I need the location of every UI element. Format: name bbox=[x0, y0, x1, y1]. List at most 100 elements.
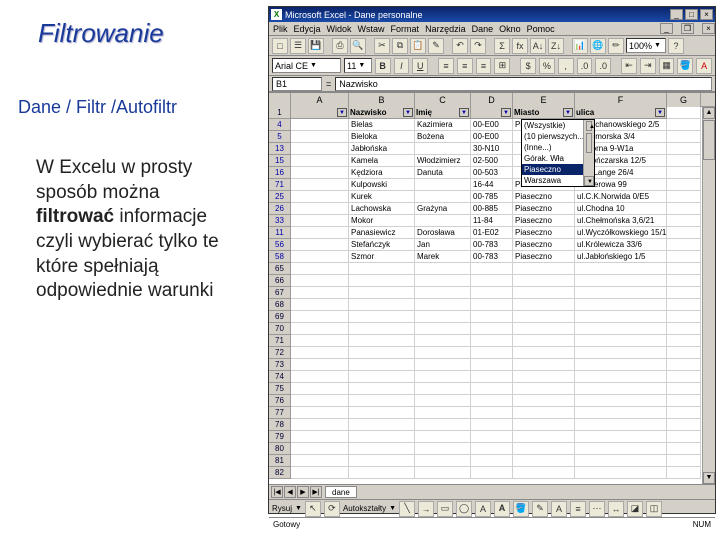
cell[interactable]: Bieloka bbox=[349, 131, 415, 143]
cell[interactable]: Szmor bbox=[349, 251, 415, 263]
autofilter-header[interactable]: Nazwisko▼ bbox=[349, 107, 415, 119]
cell[interactable] bbox=[349, 287, 415, 299]
cell[interactable] bbox=[667, 299, 701, 311]
row-header[interactable]: 67 bbox=[269, 287, 291, 299]
cell[interactable] bbox=[667, 215, 701, 227]
row-header[interactable]: 71 bbox=[269, 179, 291, 191]
cell[interactable] bbox=[667, 191, 701, 203]
cell[interactable] bbox=[575, 311, 667, 323]
cell[interactable] bbox=[349, 263, 415, 275]
cell[interactable] bbox=[415, 299, 471, 311]
copy-icon[interactable]: ⧉ bbox=[392, 38, 408, 54]
cell[interactable]: 00-E00 bbox=[471, 131, 513, 143]
cell[interactable] bbox=[471, 335, 513, 347]
cell[interactable] bbox=[513, 275, 575, 287]
cell[interactable] bbox=[667, 227, 701, 239]
cell[interactable] bbox=[415, 383, 471, 395]
cell[interactable] bbox=[415, 323, 471, 335]
cell[interactable] bbox=[291, 203, 349, 215]
autoshapes-menu[interactable]: Autokształty bbox=[343, 504, 386, 513]
cell[interactable] bbox=[513, 371, 575, 383]
textbox-icon[interactable]: A bbox=[475, 501, 491, 517]
cell[interactable] bbox=[471, 359, 513, 371]
dash-style-icon[interactable]: ⋯ bbox=[589, 501, 605, 517]
cell[interactable] bbox=[513, 299, 575, 311]
cell[interactable] bbox=[513, 419, 575, 431]
cell[interactable] bbox=[291, 383, 349, 395]
chart-icon[interactable]: 📊 bbox=[572, 38, 588, 54]
cell[interactable] bbox=[667, 251, 701, 263]
cell[interactable] bbox=[513, 263, 575, 275]
row-header[interactable]: 4 bbox=[269, 119, 291, 131]
menu-item[interactable]: Format bbox=[391, 24, 420, 34]
cell[interactable] bbox=[349, 431, 415, 443]
cell[interactable] bbox=[471, 431, 513, 443]
close-button[interactable]: × bbox=[700, 9, 713, 20]
cell[interactable] bbox=[575, 347, 667, 359]
cell[interactable] bbox=[513, 407, 575, 419]
cell[interactable] bbox=[667, 311, 701, 323]
menu-item[interactable]: Pomoc bbox=[527, 24, 555, 34]
cell[interactable] bbox=[471, 455, 513, 467]
column-header[interactable]: B bbox=[349, 93, 415, 107]
three-d-icon[interactable]: ◫ bbox=[646, 501, 662, 517]
menu-item[interactable]: Okno bbox=[499, 24, 521, 34]
cell[interactable] bbox=[667, 347, 701, 359]
arrow-icon[interactable]: → bbox=[418, 501, 434, 517]
cell[interactable] bbox=[471, 383, 513, 395]
autofilter-header[interactable]: Miasto▼ bbox=[513, 107, 575, 119]
cell[interactable] bbox=[667, 287, 701, 299]
row-header[interactable]: 78 bbox=[269, 419, 291, 431]
cell[interactable] bbox=[513, 395, 575, 407]
cell[interactable] bbox=[415, 455, 471, 467]
cell[interactable] bbox=[667, 407, 701, 419]
tab-nav-last[interactable]: ▶| bbox=[310, 486, 322, 498]
cell[interactable] bbox=[291, 275, 349, 287]
cell[interactable] bbox=[513, 323, 575, 335]
column-header[interactable]: G bbox=[667, 93, 701, 107]
cell[interactable] bbox=[575, 407, 667, 419]
cell[interactable]: Grażyna bbox=[415, 203, 471, 215]
cell[interactable] bbox=[471, 287, 513, 299]
cell[interactable] bbox=[471, 347, 513, 359]
align-left-icon[interactable]: ≡ bbox=[438, 58, 454, 74]
cell[interactable] bbox=[415, 371, 471, 383]
cell[interactable] bbox=[667, 443, 701, 455]
cell[interactable] bbox=[471, 323, 513, 335]
font-size-combo[interactable]: 11▼ bbox=[344, 58, 372, 73]
cell[interactable] bbox=[471, 407, 513, 419]
cell[interactable] bbox=[667, 275, 701, 287]
cell[interactable] bbox=[291, 251, 349, 263]
cell[interactable] bbox=[575, 395, 667, 407]
autofilter-arrow-icon[interactable]: ▼ bbox=[501, 108, 511, 117]
row-header[interactable]: 72 bbox=[269, 347, 291, 359]
row-header[interactable]: 75 bbox=[269, 383, 291, 395]
row-header[interactable]: 70 bbox=[269, 323, 291, 335]
cell[interactable] bbox=[575, 431, 667, 443]
indent-inc-icon[interactable]: ⇥ bbox=[640, 58, 656, 74]
scroll-down-icon[interactable]: ▼ bbox=[584, 176, 594, 186]
cell[interactable]: 30-N10 bbox=[471, 143, 513, 155]
bold-icon[interactable]: B bbox=[375, 58, 391, 74]
merge-icon[interactable]: ⊞ bbox=[494, 58, 510, 74]
cell[interactable] bbox=[575, 335, 667, 347]
italic-icon[interactable]: I bbox=[394, 58, 410, 74]
sort-asc-icon[interactable]: A↓ bbox=[530, 38, 546, 54]
row-header[interactable]: 74 bbox=[269, 371, 291, 383]
dec-decimal-icon[interactable]: .0 bbox=[595, 58, 611, 74]
cell[interactable] bbox=[667, 323, 701, 335]
doc-close-button[interactable]: × bbox=[702, 23, 715, 34]
cell[interactable] bbox=[667, 179, 701, 191]
cell[interactable] bbox=[667, 431, 701, 443]
menu-item[interactable]: Plik bbox=[273, 24, 288, 34]
cell[interactable] bbox=[471, 263, 513, 275]
worksheet-grid[interactable]: ABCDEFG 1▼Nazwisko▼Imię▼▼Miasto▼ulica▼4B… bbox=[269, 92, 715, 484]
tab-nav-prev[interactable]: ◀ bbox=[284, 486, 296, 498]
line-color-icon[interactable]: ✎ bbox=[532, 501, 548, 517]
select-all-corner[interactable] bbox=[269, 93, 291, 107]
cell[interactable]: 00-503 bbox=[471, 167, 513, 179]
cell[interactable] bbox=[415, 263, 471, 275]
cell[interactable] bbox=[513, 359, 575, 371]
rotate-icon[interactable]: ⟳ bbox=[324, 501, 340, 517]
help-icon[interactable]: ? bbox=[668, 38, 684, 54]
